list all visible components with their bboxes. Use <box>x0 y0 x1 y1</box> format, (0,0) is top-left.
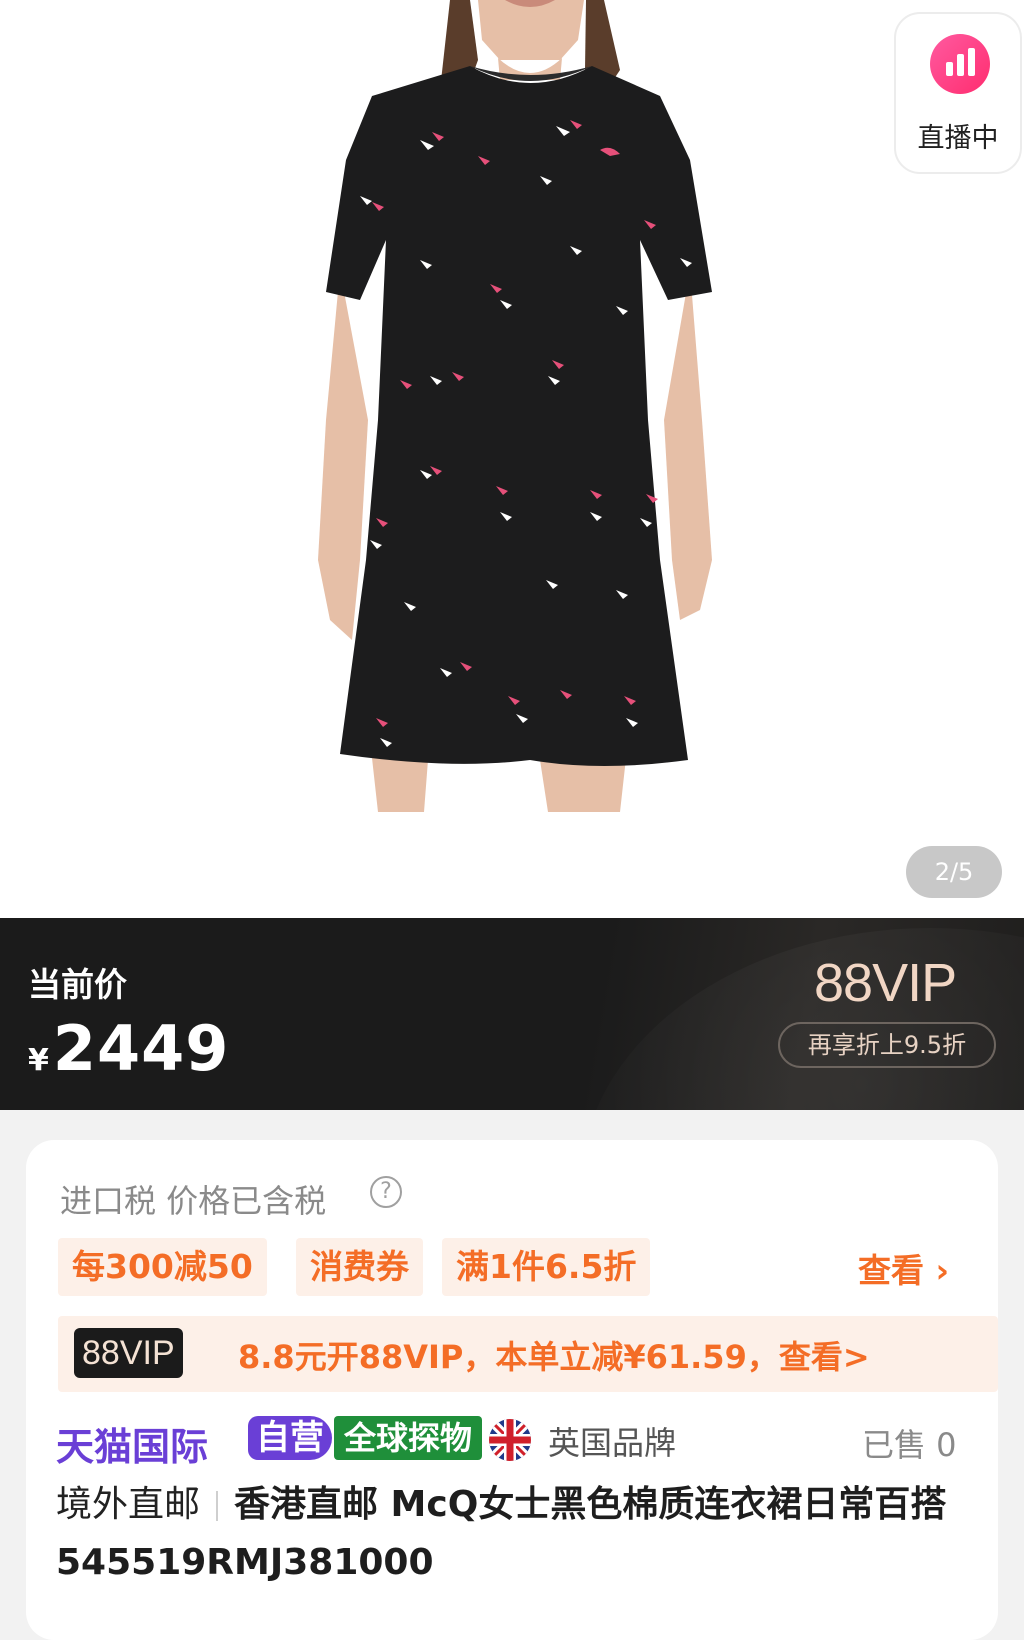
tmall-global-logo: 天猫国际 <box>56 1425 209 1469</box>
product-image-gallery[interactable]: 直播中 2/5 <box>0 0 1024 918</box>
global-explore-badge: 全球探物 <box>334 1416 483 1460</box>
help-icon[interactable]: ? <box>370 1176 402 1208</box>
currency-symbol: ¥ <box>28 1043 49 1078</box>
price-value: 2449 <box>52 1012 230 1085</box>
vip-discount-pill[interactable]: 再享折上9.5折 <box>778 1022 996 1068</box>
tax-info: 进口税 价格已含税 <box>60 1182 327 1220</box>
price-band: 当前价 ¥2449 88VIP 再享折上9.5折 <box>0 918 1024 1110</box>
shipping-type-label: 境外直邮 <box>56 1484 201 1525</box>
live-label: 直播中 <box>917 123 999 154</box>
country-brand-label: 英国品牌 <box>548 1424 677 1462</box>
88vip-logo: 88VIP <box>814 953 957 1013</box>
promo-tag-discount[interactable]: 满1件6.5折 <box>442 1238 651 1296</box>
promo-tag-coupon[interactable]: 消费券 <box>296 1238 423 1296</box>
promo-tag-full-reduction[interactable]: 每300减50 <box>58 1238 267 1296</box>
current-price-label: 当前价 <box>28 965 127 1004</box>
product-info-card: 进口税 价格已含税 ? 每300减50 消费券 满1件6.5折 查看 › 88V… <box>26 1140 998 1640</box>
88vip-offer-strip[interactable]: 88VIP 8.8元开88VIP，本单立减¥61.59，查看> <box>58 1316 998 1392</box>
88vip-offer-text: 8.8元开88VIP，本单立减¥61.59，查看> <box>238 1338 870 1376</box>
sold-count: 已售 0 <box>862 1426 957 1464</box>
self-operated-badge: 自营 <box>248 1416 332 1460</box>
image-pager: 2/5 <box>906 846 1002 898</box>
product-title: 境外直邮 香港直邮 McQ女士黑色棉质连衣裙日常百搭 545519RMJ38100… <box>56 1476 956 1592</box>
88vip-chip: 88VIP <box>74 1328 183 1378</box>
product-photo <box>318 0 712 812</box>
live-bars-icon <box>930 34 990 94</box>
view-promos-link[interactable]: 查看 › <box>858 1244 949 1292</box>
uk-flag-icon <box>489 1419 531 1461</box>
live-stream-button[interactable]: 直播中 <box>894 12 1022 174</box>
current-price: ¥2449 <box>28 1012 229 1085</box>
brand-row: 天猫国际 自营 全球探物 英国品牌 已售 0 <box>56 1412 996 1469</box>
